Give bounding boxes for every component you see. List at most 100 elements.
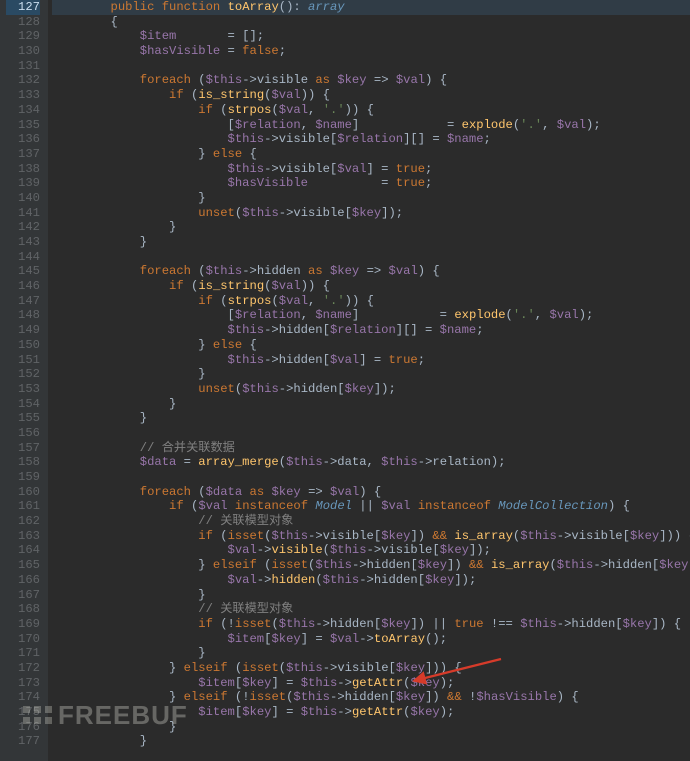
code-line — [52, 59, 690, 74]
line-number: 128 — [6, 15, 40, 30]
code-area[interactable]: public function toArray(): array { $item… — [48, 0, 690, 761]
code-line: } — [52, 191, 690, 206]
code-line: } — [52, 220, 690, 235]
line-number: 148 — [6, 308, 40, 323]
code-line: } — [52, 367, 690, 382]
code-line: foreach ($this->hidden as $key => $val) … — [52, 264, 690, 279]
code-line: [$relation, $name] = explode('.', $val); — [52, 308, 690, 323]
code-line: $item[$key] = $this->getAttr($key); — [52, 676, 690, 691]
line-number: 177 — [6, 734, 40, 749]
code-line: } else { — [52, 147, 690, 162]
code-line: foreach ($this->visible as $key => $val)… — [52, 73, 690, 88]
code-line: if (!isset($this->hidden[$key]) || true … — [52, 617, 690, 632]
line-number: 133 — [6, 88, 40, 103]
code-line: } — [52, 411, 690, 426]
line-number: 141 — [6, 206, 40, 221]
code-line: unset($this->visible[$key]); — [52, 206, 690, 221]
line-number: 131 — [6, 59, 40, 74]
code-line: $this->hidden[$val] = true; — [52, 353, 690, 368]
line-number: 172 — [6, 661, 40, 676]
line-number: 130 — [6, 44, 40, 59]
code-line: $data = array_merge($this->data, $this->… — [52, 455, 690, 470]
code-line: } — [52, 646, 690, 661]
code-line: } else { — [52, 338, 690, 353]
code-line: } — [52, 588, 690, 603]
line-number-gutter[interactable]: 1271281291301311321331341351361371381391… — [0, 0, 48, 761]
code-line: if (is_string($val)) { — [52, 279, 690, 294]
code-line: $val->hidden($this->hidden[$key]); — [52, 573, 690, 588]
code-line: if (strpos($val, '.')) { — [52, 103, 690, 118]
line-number: 144 — [6, 250, 40, 265]
line-number: 139 — [6, 176, 40, 191]
code-line: { — [52, 15, 690, 30]
code-line — [52, 426, 690, 441]
code-line: // 关联模型对象 — [52, 602, 690, 617]
code-line — [52, 250, 690, 265]
code-line: $hasVisible = true; — [52, 176, 690, 191]
line-number: 162 — [6, 514, 40, 529]
code-line: } — [52, 734, 690, 749]
line-number: 152 — [6, 367, 40, 382]
line-number: 173 — [6, 676, 40, 691]
line-number: 156 — [6, 426, 40, 441]
line-number: 137 — [6, 147, 40, 162]
line-number: 135 — [6, 118, 40, 133]
line-number: 168 — [6, 602, 40, 617]
line-number: 153 — [6, 382, 40, 397]
code-line: // 关联模型对象 — [52, 514, 690, 529]
code-line: if (isset($this->visible[$key]) && is_ar… — [52, 529, 690, 544]
line-number: 154 — [6, 397, 40, 412]
line-number: 175 — [6, 705, 40, 720]
line-number: 160 — [6, 485, 40, 500]
line-number: 161 — [6, 499, 40, 514]
code-editor: 1271281291301311321331341351361371381391… — [0, 0, 690, 761]
code-line: } — [52, 235, 690, 250]
code-line: } elseif (isset($this->visible[$key])) { — [52, 661, 690, 676]
line-number: 134 — [6, 103, 40, 118]
code-line: if (strpos($val, '.')) { — [52, 294, 690, 309]
line-number: 132 — [6, 73, 40, 88]
code-line: $item[$key] = $val->toArray(); — [52, 632, 690, 647]
code-line: $hasVisible = false; — [52, 44, 690, 59]
code-line: $this->hidden[$relation][] = $name; — [52, 323, 690, 338]
line-number: 129 — [6, 29, 40, 44]
line-number: 149 — [6, 323, 40, 338]
line-number: 138 — [6, 162, 40, 177]
code-line: // 合并关联数据 — [52, 441, 690, 456]
line-number: 170 — [6, 632, 40, 647]
line-number: 167 — [6, 588, 40, 603]
code-line: if (is_string($val)) { — [52, 88, 690, 103]
code-line: unset($this->hidden[$key]); — [52, 382, 690, 397]
line-number: 164 — [6, 543, 40, 558]
code-line: $item = []; — [52, 29, 690, 44]
line-number: 159 — [6, 470, 40, 485]
line-number: 136 — [6, 132, 40, 147]
line-number: 127 — [6, 0, 40, 15]
line-number: 169 — [6, 617, 40, 632]
line-number: 150 — [6, 338, 40, 353]
line-number: 145 — [6, 264, 40, 279]
code-line — [52, 470, 690, 485]
line-number: 174 — [6, 690, 40, 705]
line-number: 142 — [6, 220, 40, 235]
code-line: public function toArray(): array — [52, 0, 690, 15]
line-number: 146 — [6, 279, 40, 294]
code-line: } — [52, 397, 690, 412]
line-number: 171 — [6, 646, 40, 661]
line-number: 147 — [6, 294, 40, 309]
code-line: $item[$key] = $this->getAttr($key); — [52, 705, 690, 720]
code-line: $this->visible[$val] = true; — [52, 162, 690, 177]
code-line: } elseif (isset($this->hidden[$key]) && … — [52, 558, 690, 573]
line-number: 163 — [6, 529, 40, 544]
line-number: 140 — [6, 191, 40, 206]
code-line: $this->visible[$relation][] = $name; — [52, 132, 690, 147]
code-line: if ($val instanceof Model || $val instan… — [52, 499, 690, 514]
code-line: } — [52, 720, 690, 735]
line-number: 176 — [6, 720, 40, 735]
line-number: 155 — [6, 411, 40, 426]
line-number: 151 — [6, 353, 40, 368]
code-line: foreach ($data as $key => $val) { — [52, 485, 690, 500]
line-number: 157 — [6, 441, 40, 456]
line-number: 158 — [6, 455, 40, 470]
line-number: 166 — [6, 573, 40, 588]
